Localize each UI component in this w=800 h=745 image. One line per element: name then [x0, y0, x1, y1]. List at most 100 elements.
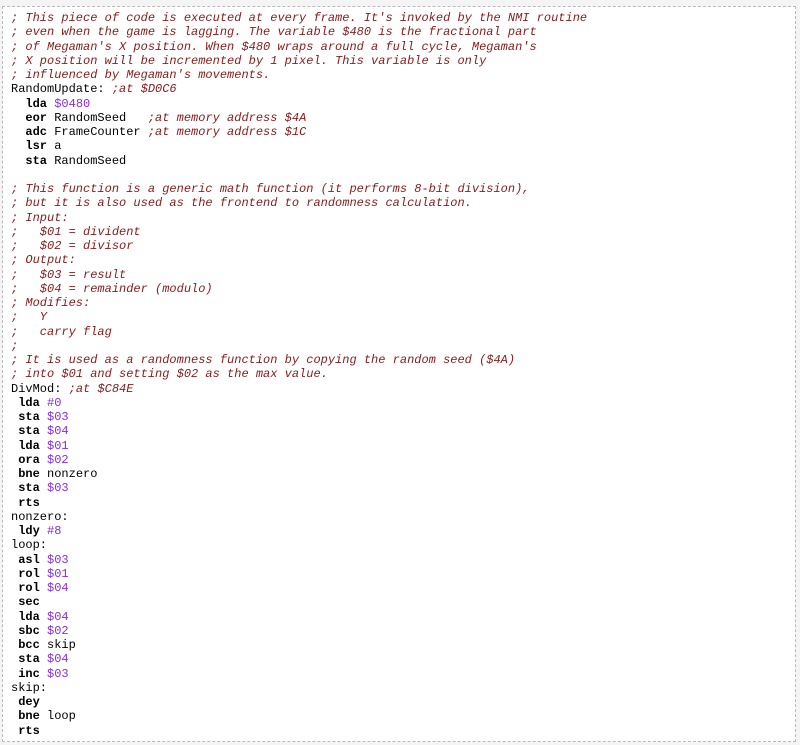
code-line: ; $02 = divisor [11, 239, 795, 253]
opcode: lda [18, 438, 40, 453]
opcode: sbc [18, 623, 40, 638]
code-line: sta $04 [11, 424, 795, 438]
code-line: lda $0480 [11, 97, 795, 111]
operand: $03 [47, 552, 69, 567]
operand: $02 [47, 452, 69, 467]
comment-text: ; $04 = remainder (modulo) [11, 281, 213, 296]
opcode: lsr [25, 139, 48, 154]
code-line: lsr a [11, 139, 795, 153]
comment-text: ; It is used as a randomness function by… [11, 353, 516, 367]
operand: $0480 [54, 96, 91, 111]
code-line: lda #0 [11, 396, 795, 410]
opcode: lda [18, 609, 40, 624]
code-label: nonzero: [11, 509, 69, 524]
opcode: rts [18, 723, 40, 738]
opcode: sta [18, 652, 40, 667]
inline-comment: ;at memory address $4A [126, 110, 307, 125]
code-line: ; This function is a generic math functi… [11, 182, 795, 196]
inline-comment: ;at $D0C6 [104, 82, 177, 97]
code-line: ; influenced by Megaman's movements. [11, 68, 795, 82]
code-line: adc FrameCounter ;at memory address $1C [11, 125, 795, 139]
code-line: ; of Megaman's X position. When $480 wra… [11, 40, 795, 54]
operand: loop [47, 709, 76, 724]
code-line: rts [11, 496, 795, 510]
code-line: ; Output: [11, 253, 795, 267]
code-line: ldy #8 [11, 524, 795, 538]
opcode: lda [18, 395, 40, 410]
code-line: inc $03 [11, 667, 795, 681]
code-line: lda $01 [11, 439, 795, 453]
operand: $04 [47, 581, 69, 595]
operand: $01 [47, 566, 69, 581]
code-line: sta $04 [11, 652, 795, 666]
code-block: ; This piece of code is executed at ever… [2, 6, 796, 742]
code-line: ; carry flag [11, 325, 795, 339]
code-line: ; It is used as a randomness function by… [11, 353, 795, 367]
opcode: rts [18, 495, 40, 510]
comment-text: ; $03 = result [11, 267, 127, 282]
opcode: asl [18, 552, 40, 567]
comment-text: ; of Megaman's X position. When $480 wra… [11, 39, 537, 54]
opcode: lda [25, 96, 48, 111]
comment-text: ; Y [11, 310, 48, 325]
operand: $01 [47, 438, 69, 453]
operand: skip [47, 638, 76, 652]
opcode: adc [25, 125, 48, 139]
code-line: ; Y [11, 310, 795, 324]
code-line: asl $03 [11, 553, 795, 567]
operand: #8 [47, 524, 62, 538]
comment-text: ; X position will be incremented by 1 pi… [11, 53, 487, 68]
comment-text: ; into $01 and setting $02 as the max va… [11, 367, 328, 382]
opcode: eor [25, 110, 48, 125]
opcode: sec [18, 595, 40, 610]
code-line: nonzero: [11, 510, 795, 524]
code-line: ; [11, 339, 795, 353]
code-line: ; even when the game is lagging. The var… [11, 25, 795, 39]
code-line: sta $03 [11, 410, 795, 424]
comment-text: ; Modifies: [11, 296, 91, 310]
operand: $03 [47, 410, 69, 424]
code-line: ; Input: [11, 211, 795, 225]
code-line: rol $01 [11, 567, 795, 581]
comment-text: ; but it is also used as the frontend to… [11, 196, 472, 211]
operand: $02 [47, 623, 69, 638]
inline-comment: ;at memory address $1C [140, 125, 307, 139]
code-line: ; This piece of code is executed at ever… [11, 11, 795, 25]
operand: $03 [47, 666, 69, 681]
operand: RandomSeed [54, 153, 127, 168]
operand: nonzero [47, 467, 98, 481]
opcode: bcc [18, 638, 40, 652]
code-line: ; but it is also used as the frontend to… [11, 196, 795, 210]
code-line: ; $03 = result [11, 268, 795, 282]
code-line: bne nonzero [11, 467, 795, 481]
operand: FrameCounter [54, 125, 141, 139]
opcode: sta [18, 424, 40, 439]
operand: a [54, 139, 62, 154]
opcode: sta [25, 153, 48, 168]
code-line: sbc $02 [11, 624, 795, 638]
comment-text: ; This piece of code is executed at ever… [11, 11, 588, 25]
code-line: ; Modifies: [11, 296, 795, 310]
comment-text: ; even when the game is lagging. The var… [11, 25, 537, 40]
operand: $04 [47, 652, 69, 667]
code-label: skip: [11, 680, 48, 695]
